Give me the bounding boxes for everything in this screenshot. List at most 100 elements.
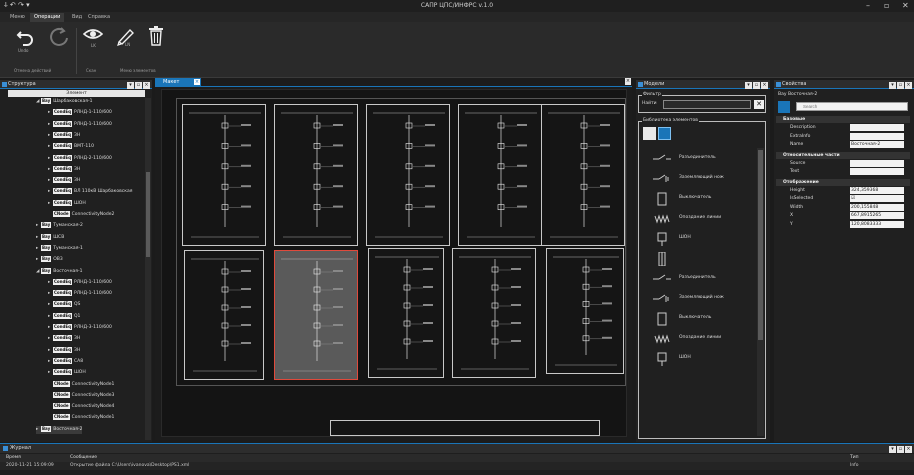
lk-button[interactable]: LK [82, 26, 104, 56]
journal-menu-button[interactable]: ▾ [889, 446, 896, 453]
tree-row[interactable]: ▸ CondEq РЛНД-1-110/600 [48, 290, 112, 298]
properties-search-input[interactable] [796, 102, 908, 111]
bay-sheet[interactable] [452, 248, 536, 378]
tree-row[interactable]: ▸ CondEq ЗН [48, 165, 80, 174]
panel-menu-button[interactable]: ▾ [127, 82, 134, 89]
busbar-sheet[interactable] [330, 420, 600, 436]
library-item[interactable]: Опоздание линии [645, 214, 753, 224]
library-item[interactable] [645, 252, 753, 266]
library-item[interactable]: ШОН [645, 352, 753, 366]
tree-row[interactable]: ▸ CondEq ВМТ-110 [48, 143, 94, 151]
tree-row[interactable]: ◢ Bay Восточная-1 [36, 267, 82, 276]
library-item[interactable]: Разъединитель [645, 274, 753, 284]
ln-button[interactable]: LN [114, 26, 136, 56]
tree-row[interactable]: ▸ Bay Туманская-1 [36, 244, 83, 253]
journal-pin-button[interactable]: ▫ [897, 446, 904, 453]
bay-sheet[interactable] [184, 250, 264, 380]
library-item[interactable]: Разъединитель [645, 154, 753, 164]
tree-row[interactable]: CNode ConnectivityNode2 [48, 211, 114, 219]
property-value[interactable]: ☑ [850, 195, 904, 202]
filter-clear-icon[interactable]: ✕ [754, 100, 764, 109]
property-value[interactable]: Восточная-2 [850, 141, 904, 148]
tree-row[interactable]: ▸ CondEq РЛНД-1-110/600 [48, 278, 112, 287]
tree-row[interactable]: ▸ CondEq Q1 [48, 312, 80, 321]
categorized-view-icon[interactable] [778, 101, 790, 113]
property-section-header[interactable]: Базовые [776, 116, 910, 123]
property-value[interactable] [850, 168, 904, 175]
bay-sheet[interactable] [368, 248, 444, 378]
redo-button[interactable] [48, 26, 70, 56]
models-close-button[interactable]: × [761, 82, 768, 89]
tree-row[interactable]: ▸ CondEq РЛНД-1-110/600 [48, 109, 112, 117]
tree-row[interactable]: ◢ Bay Шарбаковская-1 [36, 98, 92, 106]
library-scrollbar-thumb[interactable] [758, 150, 763, 340]
tab-layout[interactable]: Макет × [155, 78, 201, 86]
bay-sheet[interactable] [182, 104, 266, 246]
library-item[interactable]: Заземляющий нож [645, 294, 753, 304]
properties-menu-button[interactable]: ▾ [889, 82, 896, 89]
tree-row[interactable]: ▸ CondEq ЗН [48, 177, 80, 185]
property-value[interactable]: 200,155848 [850, 203, 904, 211]
bay-sheet[interactable] [541, 104, 625, 246]
tree-row[interactable]: ▸ CondEq РЛНД-2-110/600 [48, 154, 112, 163]
close-button[interactable]: ✕ [902, 1, 909, 10]
tree-row[interactable]: CNode ConnectivityNode4 [48, 403, 114, 411]
property-value[interactable] [850, 124, 904, 131]
bay-sheet[interactable] [546, 248, 624, 374]
journal-col-time[interactable]: Время [6, 455, 21, 460]
tree-row[interactable]: ▸ Bay ОВ3 [36, 256, 63, 264]
models-menu-button[interactable]: ▾ [745, 82, 752, 89]
tree-row[interactable]: ▸ CondEq РЛНД-1-110/600 [48, 120, 112, 129]
tab-operations[interactable]: Операции [30, 13, 65, 22]
tree-row[interactable]: CNode ConnectivityNode1 [48, 380, 114, 389]
models-pin-button[interactable]: ▫ [753, 82, 760, 89]
tree-row[interactable]: ▸ Bay Туманская-2 [36, 222, 83, 230]
delete-button[interactable] [146, 26, 166, 52]
maximize-button[interactable]: ▫ [884, 1, 889, 10]
tree-row[interactable]: ▸ CondEq ВЛ 110кВ Шарбаковская [48, 188, 132, 196]
properties-close-button[interactable]: × [905, 82, 912, 89]
tree-row[interactable]: ▸ Bay ШСВ [36, 233, 64, 242]
tab-close-icon[interactable]: × [194, 79, 200, 85]
tree-row[interactable]: ▸ CondEq РЛНД-3-110/600 [48, 324, 112, 332]
property-section-header[interactable]: Отображение [776, 178, 910, 186]
bay-sheet[interactable] [274, 250, 358, 380]
journal-col-type[interactable]: Тип [850, 455, 859, 460]
tree-row[interactable]: ▸ CondEq ЗН [48, 335, 80, 343]
library-item[interactable]: Выключатель [645, 312, 753, 326]
tree-row[interactable]: CNode ConnectivityNode1 [48, 414, 114, 422]
tab-help[interactable]: Справка [84, 13, 114, 22]
bay-sheet[interactable] [366, 104, 450, 246]
library-item[interactable]: Заземляющий нож [645, 174, 753, 184]
undo-button[interactable]: Undo [14, 26, 36, 56]
library-scrollbar[interactable] [757, 148, 764, 436]
tree-row[interactable]: ▸ CondEq QS [48, 301, 80, 309]
library-grid-icon[interactable] [658, 127, 671, 140]
tree-scrollbar-thumb[interactable] [146, 172, 150, 257]
journal-close-button[interactable]: × [905, 446, 912, 453]
tree-row[interactable]: ▸ CondEq ЗН [48, 346, 80, 355]
bay-sheet[interactable] [458, 104, 542, 246]
library-item[interactable]: ШОН [645, 232, 753, 246]
property-value[interactable]: 667,8915265 [850, 212, 904, 219]
document-close-button[interactable]: × [625, 78, 631, 85]
schematic-canvas[interactable] [161, 89, 627, 437]
property-section-header[interactable]: Относительные части [776, 151, 910, 159]
filter-input[interactable] [663, 100, 751, 109]
property-value[interactable] [850, 132, 904, 140]
tree-row[interactable]: ▸ CondEq ШОН [48, 199, 86, 208]
bay-sheet[interactable] [274, 104, 358, 246]
tree-row[interactable]: ▸ CondEq СА8 [48, 357, 83, 366]
library-item[interactable]: Опоздание линии [645, 334, 753, 344]
panel-pin-button[interactable]: ▫ [135, 82, 142, 89]
journal-row[interactable]: 2020-11-21 15:09:09 Открытие файла C:\Us… [0, 462, 914, 470]
tree-row[interactable]: ▸ CondEq ШОН [48, 369, 86, 377]
tree-scrollbar[interactable] [145, 98, 151, 440]
property-value[interactable]: 324,359368 [850, 186, 904, 194]
minimize-button[interactable]: – [866, 1, 870, 10]
journal-col-message[interactable]: Сообщение [70, 455, 97, 460]
library-view-icon[interactable] [643, 127, 656, 140]
tab-menu[interactable]: Меню [6, 13, 29, 22]
library-item[interactable]: Выключатель [645, 192, 753, 206]
tree-row[interactable]: CNode ConnectivityNode3 [48, 391, 114, 400]
